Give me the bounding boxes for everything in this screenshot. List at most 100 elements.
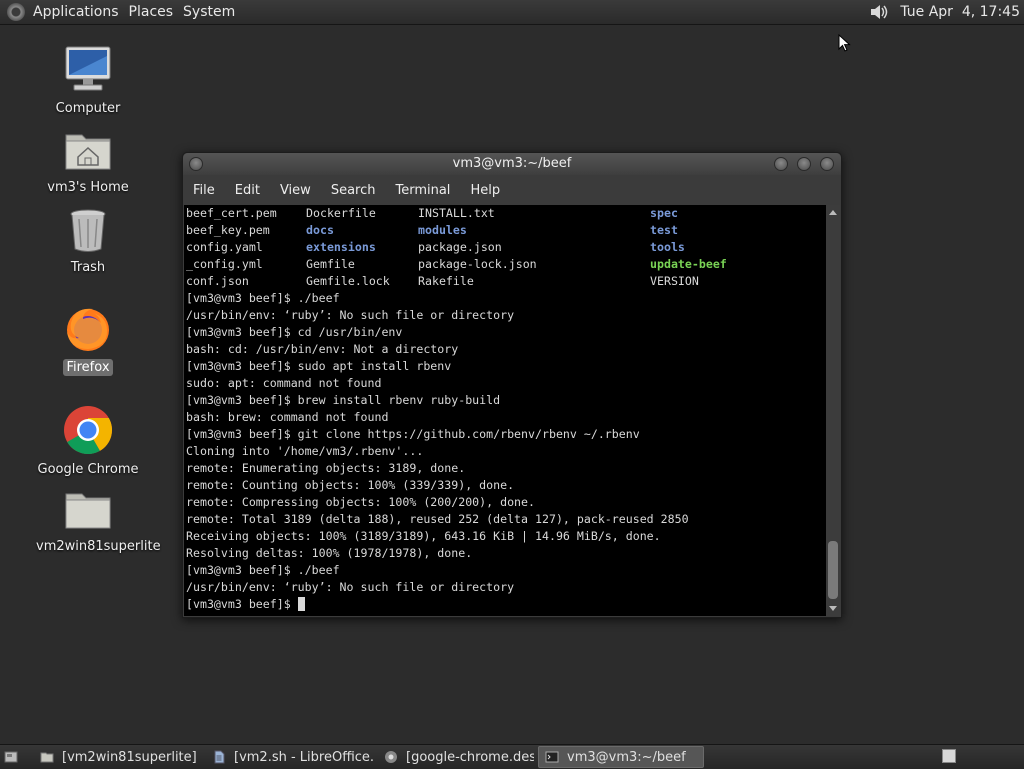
ls-directory: modules (418, 223, 467, 237)
terminal-line: remote: Compressing objects: 100% (200/2… (186, 495, 536, 509)
terminal-line: [vm3@vm3 beef]$ cd /usr/bin/env (186, 325, 403, 339)
taskbar-item-label: vm3@vm3:~/beef (567, 749, 686, 765)
home-folder-icon (33, 127, 143, 177)
ls-file: beef_key.pem (186, 223, 270, 237)
terminal-icon (545, 751, 559, 763)
taskbar-item[interactable]: vm3@vm3:~/beef (538, 746, 704, 768)
prompt-text: [vm3@vm3 beef]$ (186, 597, 298, 611)
terminal-line: Cloning into '/home/vm3/.rbenv'... (186, 444, 424, 458)
desktop-icon-firefox[interactable]: Firefox (33, 305, 143, 376)
window-titlebar[interactable]: vm3@vm3:~/beef (183, 153, 841, 175)
close-button[interactable] (820, 157, 834, 171)
taskbar-item[interactable]: [vm2.sh - LibreOffice... (206, 746, 374, 768)
distro-logo-icon[interactable] (7, 3, 25, 21)
ls-row: beef_cert.pem Dockerfile INSTALL.txt spec (186, 205, 826, 222)
terminal-line: /usr/bin/env: ‘ruby’: No such file or di… (186, 308, 515, 322)
terminal-scrollbar[interactable] (826, 205, 840, 616)
terminal-line: [vm3@vm3 beef]$ git clone https://github… (186, 427, 640, 441)
text-cursor (297, 597, 305, 611)
workspace-switcher[interactable] (942, 749, 956, 763)
scroll-down-arrow-icon[interactable] (829, 606, 837, 611)
trash-icon (33, 207, 143, 257)
ls-row: conf.json Gemfile.lock Rakefile VERSION (186, 273, 826, 290)
terminal-line: Resolving deltas: 100% (1978/1978), done… (186, 546, 473, 560)
ls-file: Gemfile.lock (306, 274, 390, 288)
desktop-icon-label: Firefox (63, 359, 113, 376)
desktop-icon-label: vm3's Home (47, 180, 129, 195)
top-panel-tray: Tue Apr 4, 17:45 (868, 0, 1024, 24)
ls-row: config.yaml extensions package.json tools (186, 239, 826, 256)
taskbar-item[interactable]: [vm2win81superlite] (34, 746, 202, 768)
clock[interactable]: Tue Apr 4, 17:45 (900, 4, 1024, 20)
scrollbar-thumb[interactable] (828, 541, 838, 599)
ls-file: config.yaml (186, 240, 263, 254)
ls-executable: update-beef (650, 257, 727, 271)
taskbar-item-label: [vm2win81superlite] (62, 749, 197, 765)
folder-icon (40, 752, 54, 763)
show-desktop-button[interactable] (0, 746, 30, 768)
minimize-button[interactable] (774, 157, 788, 171)
ls-file: conf.json (186, 274, 249, 288)
desktop-icon-computer[interactable]: Computer (33, 44, 143, 117)
terminal-window[interactable]: vm3@vm3:~/beef File Edit View Search Ter… (182, 152, 842, 618)
firefox-icon (33, 305, 143, 357)
terminal-prompt[interactable]: [vm3@vm3 beef]$ (186, 596, 826, 613)
chrome-icon (385, 751, 397, 763)
terminal-line: remote: Enumerating objects: 3189, done. (186, 461, 466, 475)
computer-icon (33, 44, 143, 98)
desktop-icon-label: Computer (55, 101, 121, 116)
ls-directory: test (650, 223, 678, 237)
ls-row: _config.yml Gemfile package-lock.json updat… (186, 256, 826, 273)
menu-system[interactable]: System (181, 4, 243, 20)
desktop-icon-home[interactable]: vm3's Home (33, 127, 143, 196)
window-menu-button[interactable] (189, 157, 203, 171)
ls-directory: docs (306, 223, 334, 237)
ls-file: INSTALL.txt (418, 206, 495, 220)
menu-applications[interactable]: Applications (31, 4, 127, 20)
menu-terminal[interactable]: Terminal (385, 183, 460, 198)
menu-view[interactable]: View (270, 183, 321, 198)
ls-file: _config.yml (186, 257, 263, 271)
terminal-line: [vm3@vm3 beef]$ brew install rbenv ruby-… (186, 393, 501, 407)
terminal-line: [vm3@vm3 beef]$ ./beef (186, 563, 340, 577)
ls-directory: tools (650, 240, 685, 254)
volume-icon[interactable] (868, 2, 890, 22)
taskbar-item[interactable]: [google-chrome.des... (378, 746, 534, 768)
ls-row: beef_key.pem docs modules test (186, 222, 826, 239)
terminal-line: [vm3@vm3 beef]$ ./beef (186, 291, 340, 305)
ls-file: beef_cert.pem (186, 206, 277, 220)
terminal-line: sudo: apt: command not found (186, 376, 382, 390)
desktop-icon-label: Google Chrome (37, 462, 139, 477)
ls-file: Gemfile (306, 257, 355, 271)
terminal-line: [vm3@vm3 beef]$ sudo apt install rbenv (186, 359, 452, 373)
taskbar-item-label: [vm2.sh - LibreOffice... (234, 749, 374, 765)
ls-file: Dockerfile (306, 206, 376, 220)
ls-file: VERSION (650, 274, 699, 288)
terminal-line: Receiving objects: 100% (3189/3189), 643… (186, 529, 661, 543)
menu-search[interactable]: Search (321, 183, 386, 198)
desktop-icon-label: Trash (70, 260, 106, 275)
desktop-icon-chrome[interactable]: Google Chrome (33, 405, 143, 478)
desktop-icon-trash[interactable]: Trash (33, 207, 143, 276)
menu-file[interactable]: File (183, 183, 225, 198)
taskbar-item-label: [google-chrome.des... (406, 749, 534, 765)
window-title: vm3@vm3:~/beef (452, 156, 572, 171)
ls-file: Rakefile (418, 274, 474, 288)
menu-places[interactable]: Places (127, 4, 182, 20)
maximize-button[interactable] (797, 157, 811, 171)
ls-directory: spec (650, 206, 678, 220)
menu-edit[interactable]: Edit (225, 183, 270, 198)
terminal-line: bash: brew: command not found (186, 410, 389, 424)
terminal-line: remote: Total 3189 (delta 188), reused 2… (186, 512, 689, 526)
terminal-line: /usr/bin/env: ‘ruby’: No such file or di… (186, 580, 515, 594)
bottom-panel: [vm2win81superlite] [vm2.sh - LibreOffice… (0, 744, 1024, 769)
document-icon (214, 750, 225, 764)
desktop-icon-label: vm2win81superlite (36, 539, 161, 554)
scroll-up-arrow-icon[interactable] (829, 210, 837, 215)
terminal-line: remote: Counting objects: 100% (339/339)… (186, 478, 515, 492)
desktop-icon-vm2win81superlite[interactable]: vm2win81superlite (33, 488, 161, 555)
terminal-menubar: File Edit View Search Terminal Help (183, 178, 841, 202)
ls-file: package-lock.json (418, 257, 537, 271)
menu-help[interactable]: Help (460, 183, 510, 198)
terminal-output[interactable]: beef_cert.pem Dockerfile INSTALL.txt spec be… (184, 205, 826, 616)
